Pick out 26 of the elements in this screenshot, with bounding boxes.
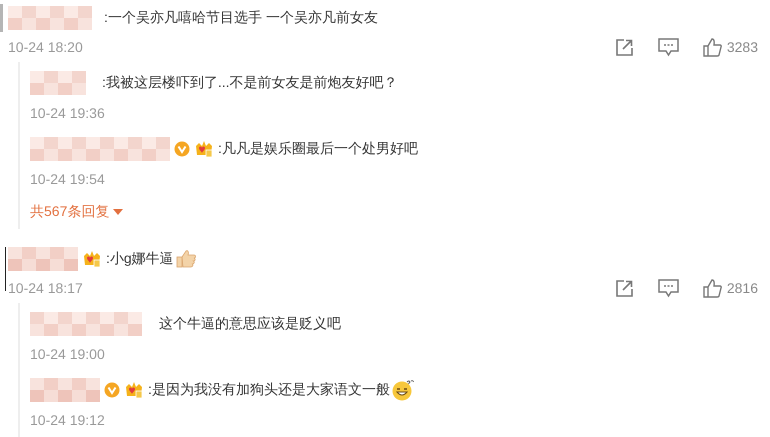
- thumbs-up-icon: [702, 38, 722, 56]
- caret-icon: [112, 208, 124, 216]
- reply-text: :我被这层楼吓到了...不是前女友是前炮友好吧？: [102, 74, 398, 92]
- like-button[interactable]: 2816: [702, 278, 758, 298]
- blurred-username: [8, 247, 78, 271]
- reply-text: :凡凡是娱乐圈最后一个处男好吧: [218, 140, 418, 158]
- reply-text: 这个牛逼的意思应该是贬义吧: [159, 315, 341, 333]
- grinning-emoji-icon: [390, 379, 415, 401]
- comment-text: :小g娜牛逼: [106, 250, 174, 268]
- share-icon[interactable]: [614, 38, 634, 56]
- comment-time: 10-24 18:20: [8, 39, 83, 55]
- blurred-username: [30, 378, 100, 402]
- more-replies-link[interactable]: 共567条回复: [30, 201, 124, 223]
- like-button[interactable]: 3283: [702, 38, 758, 56]
- share-icon[interactable]: [614, 278, 634, 298]
- thumbs-up-icon: [702, 278, 722, 298]
- comment-icon[interactable]: [658, 278, 679, 298]
- comment-text: :一个吴亦凡嘻哈节目选手 一个吴亦凡前女友: [104, 9, 378, 27]
- reply-time: 10-24 19:12: [30, 411, 106, 430]
- reply-time: 10-24 19:54: [30, 170, 106, 189]
- comment-time: 10-24 18:17: [8, 280, 83, 296]
- comment-icon[interactable]: [658, 38, 679, 56]
- reply-time: 10-24 19:36: [30, 104, 106, 123]
- reply-time: 10-24 19:00: [30, 345, 106, 364]
- reply-text: :是因为我没有加狗头还是大家语文一般: [148, 381, 390, 399]
- thumbs-up-emoji-icon: [174, 249, 197, 269]
